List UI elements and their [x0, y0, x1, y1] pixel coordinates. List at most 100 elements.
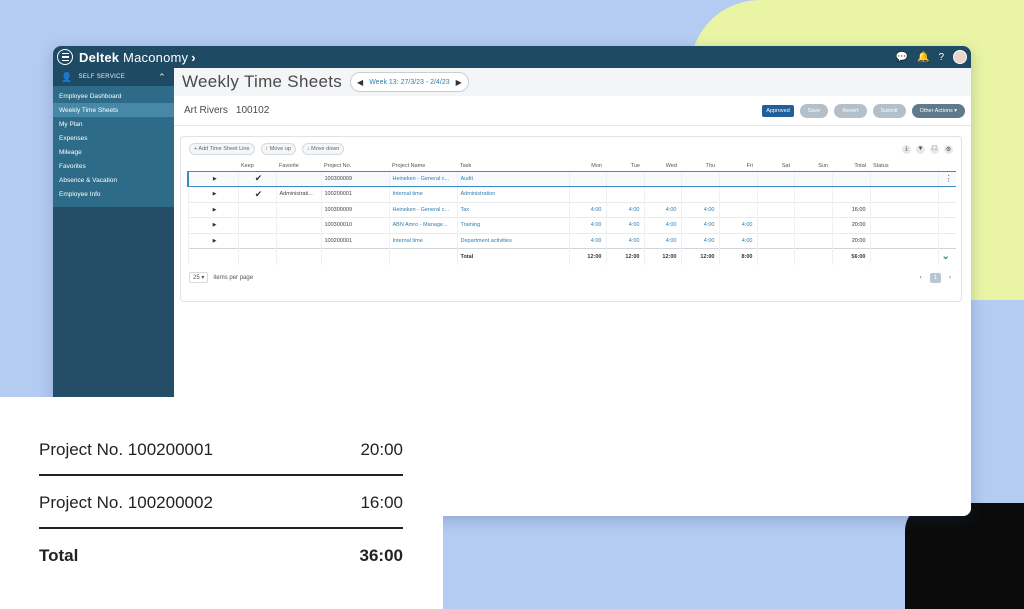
hours-cell[interactable] [756, 217, 794, 233]
favorite-cell[interactable] [275, 201, 321, 218]
chevron-right-icon[interactable]: › [191, 50, 195, 65]
hours-cell[interactable] [643, 186, 681, 202]
column-header[interactable]: Tue [606, 161, 644, 171]
table-row[interactable]: ▶ 100200001 Internal time Department activi… [187, 232, 956, 249]
table-row[interactable]: ▶ 100300009 Heineken - General c... Tax 4:00… [187, 201, 956, 218]
save-button[interactable]: Save [799, 103, 829, 118]
project-no-cell[interactable]: 100300009 [320, 170, 389, 187]
project-no-cell[interactable]: 100200001 [320, 186, 389, 202]
project-name-cell[interactable]: Internal time [388, 232, 457, 249]
hours-cell[interactable] [568, 186, 606, 202]
hours-cell[interactable] [605, 186, 644, 202]
sidebar-item[interactable]: Weekly Time Sheets [53, 103, 174, 117]
project-name-cell[interactable]: Internal time [388, 186, 457, 202]
hours-cell[interactable]: 4:00 [680, 232, 719, 249]
chat-icon[interactable]: 💬 [896, 52, 908, 63]
sidebar-item[interactable]: Mileage [53, 145, 174, 159]
next-page-icon[interactable]: › [949, 275, 951, 281]
help-icon[interactable]: ? [938, 52, 944, 63]
keep-check-icon[interactable]: ✔ [237, 186, 276, 202]
hours-cell[interactable] [718, 186, 757, 202]
task-cell[interactable]: Administration [456, 186, 569, 202]
add-line-button[interactable]: + Add Time Sheet Line [189, 143, 255, 155]
hours-cell[interactable]: 4:00 [605, 232, 644, 249]
sidebar-item[interactable]: Favorites [53, 159, 174, 173]
keep-check-icon[interactable]: ✔ [237, 170, 276, 187]
chevron-up-icon[interactable]: ⌃ [158, 72, 166, 83]
hours-cell[interactable]: 4:00 [643, 201, 681, 218]
hours-cell[interactable]: 4:00 [718, 232, 757, 249]
sidebar-item[interactable]: My Plan [53, 117, 174, 131]
avatar[interactable] [953, 50, 967, 64]
table-row[interactable]: ▶ 100300010 ABN Amro - Manage... Training 4:… [187, 217, 956, 233]
column-header[interactable]: Task [457, 161, 569, 171]
hours-cell[interactable]: 4:00 [680, 217, 719, 233]
favorite-cell[interactable] [275, 232, 321, 249]
column-header[interactable]: Project No. [321, 161, 389, 171]
hours-cell[interactable]: 4:00 [568, 201, 606, 218]
table-row[interactable]: ▶ ✔ 100300009 Heineken - General c... Audit ⋮ [187, 170, 956, 187]
column-header[interactable]: Project Name [389, 161, 457, 171]
hours-cell[interactable] [680, 186, 719, 202]
hours-cell[interactable] [718, 170, 757, 187]
hours-cell[interactable] [793, 217, 832, 233]
brand-logo[interactable]: Deltek Maconomy [79, 50, 188, 65]
filter-icon[interactable]: ▼ [916, 144, 925, 154]
hours-cell[interactable] [718, 201, 757, 218]
revert-button[interactable]: Revert [834, 103, 867, 118]
hours-cell[interactable] [568, 170, 606, 187]
hours-cell[interactable]: 4:00 [605, 217, 644, 233]
sidebar-item[interactable]: Employee Info [53, 187, 174, 201]
column-header[interactable]: Keep [238, 161, 276, 171]
page-number[interactable]: 1 [929, 272, 941, 283]
hours-cell[interactable] [680, 170, 719, 187]
hours-cell[interactable]: 4:00 [605, 201, 644, 218]
favorite-cell[interactable]: Administrati... [275, 186, 321, 202]
row-menu-icon[interactable]: ⋮ [937, 170, 956, 187]
keep-cell[interactable] [237, 232, 276, 249]
hours-cell[interactable]: 4:00 [568, 232, 606, 249]
project-name-cell[interactable]: Heineken - General c... [388, 170, 457, 187]
hours-cell[interactable]: 4:00 [643, 232, 681, 249]
prev-page-icon[interactable]: ‹ [920, 275, 922, 281]
favorite-cell[interactable] [275, 170, 321, 187]
hours-cell[interactable] [793, 186, 832, 202]
column-header[interactable]: Favorite [276, 161, 321, 171]
other-actions-button[interactable]: Other Actions ▾ [911, 103, 965, 118]
move-up-button[interactable]: ↑ Move up [260, 143, 296, 155]
hours-cell[interactable]: 4:00 [718, 217, 757, 233]
table-row[interactable]: ▶ ✔ Administrati... 100200001 Internal time A… [187, 186, 956, 202]
project-no-cell[interactable]: 100300010 [320, 217, 389, 233]
move-down-button[interactable]: ↓ Move down [301, 143, 345, 155]
settings-icon[interactable]: ⚙ [944, 144, 953, 154]
expand-icon[interactable]: ⛶ [930, 144, 939, 154]
column-header[interactable]: Wed [644, 161, 681, 171]
column-header[interactable]: Fri [719, 161, 757, 171]
hours-cell[interactable] [756, 201, 794, 218]
hours-cell[interactable] [605, 170, 644, 187]
expand-row-icon[interactable]: ▶ [187, 186, 238, 202]
download-icon[interactable]: ⤓ [902, 144, 911, 154]
next-week-icon[interactable]: ▶ [456, 78, 462, 87]
hours-cell[interactable] [793, 201, 832, 218]
expand-row-icon[interactable]: ▶ [187, 201, 238, 218]
favorite-cell[interactable] [275, 217, 321, 233]
project-no-cell[interactable]: 100200001 [320, 232, 389, 249]
project-no-cell[interactable]: 100300009 [320, 201, 389, 218]
column-header[interactable]: Status [870, 161, 938, 171]
hours-cell[interactable] [756, 186, 794, 202]
task-cell[interactable]: Department activities [456, 232, 569, 249]
keep-cell[interactable] [237, 217, 276, 233]
expand-row-icon[interactable]: ▶ [187, 170, 238, 187]
sidebar-item[interactable]: Employee Dashboard [53, 89, 174, 103]
task-cell[interactable]: Training [456, 217, 569, 233]
project-name-cell[interactable]: ABN Amro - Manage... [388, 217, 457, 233]
sidebar-item[interactable]: Expenses [53, 131, 174, 145]
expand-row-icon[interactable]: ▶ [187, 217, 238, 233]
hours-cell[interactable] [643, 170, 681, 187]
column-header[interactable]: Thu [681, 161, 719, 171]
hours-cell[interactable] [793, 232, 832, 249]
sidebar-section-header[interactable]: 👤 SELF SERVICE ⌃ [53, 68, 174, 86]
page-size-select[interactable]: 25 ▾ [189, 272, 209, 283]
hours-cell[interactable]: 4:00 [680, 201, 719, 218]
